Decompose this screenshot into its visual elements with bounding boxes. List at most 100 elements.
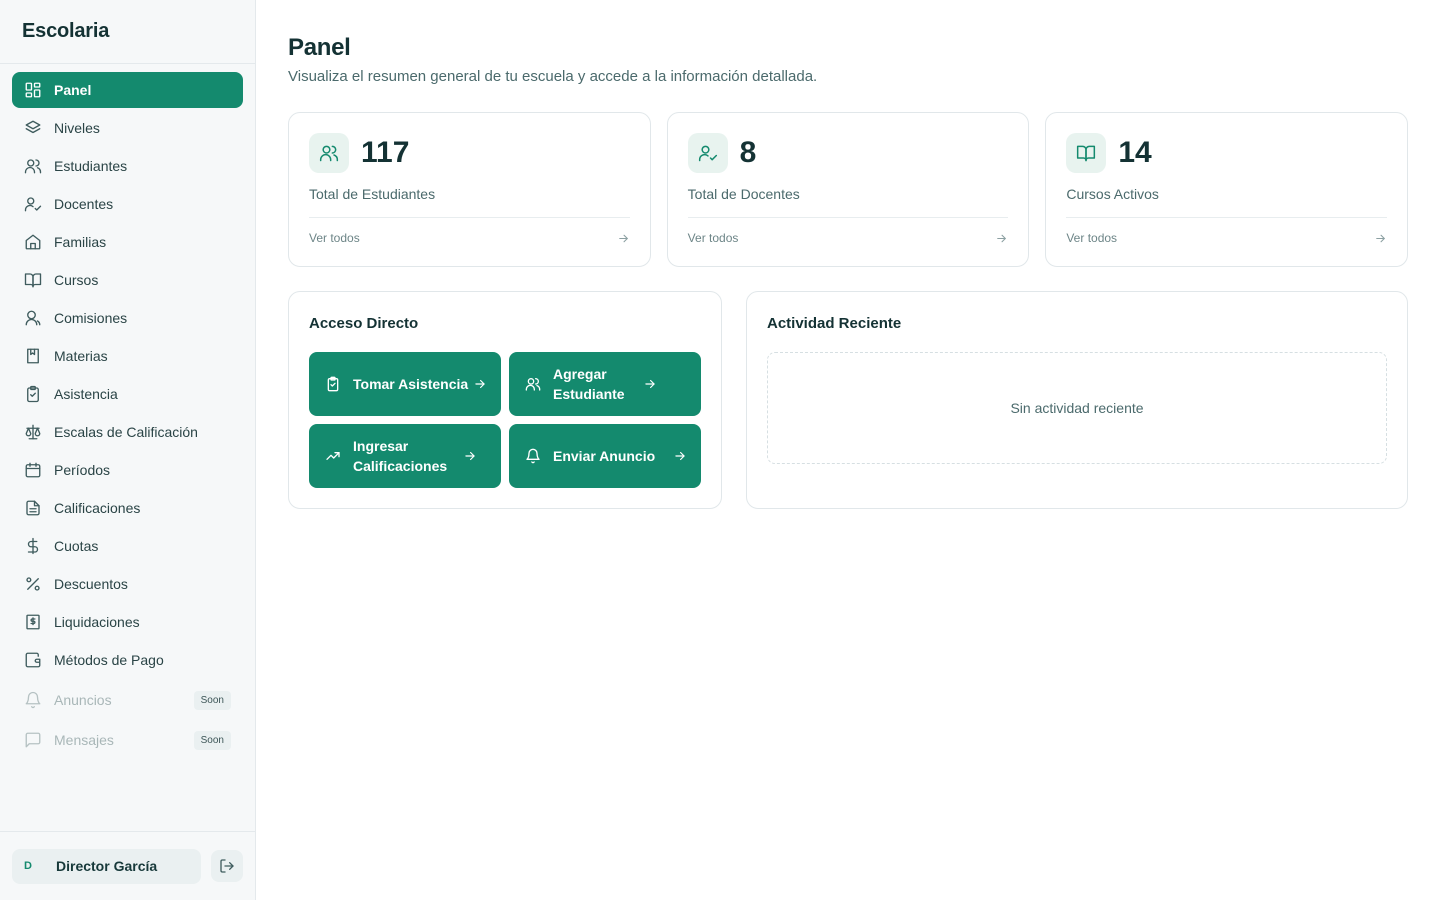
file-text-icon	[24, 499, 42, 517]
app-logo-text: Escolaria	[0, 0, 255, 64]
sidebar-item-label: Estudiantes	[54, 158, 128, 174]
sidebar-item-label: Períodos	[54, 462, 111, 478]
arrow-right-icon	[473, 377, 487, 391]
dashboard-icon	[24, 81, 42, 99]
view-all-teachers-link[interactable]: Ver todos	[687, 217, 1009, 245]
page-subtitle: Visualiza el resumen general de tu escue…	[288, 68, 818, 85]
sidebar-item-label: Calificaciones	[54, 500, 141, 516]
arrow-right-icon	[995, 232, 1008, 245]
sidebar-item-estudiantes[interactable]: Estudiantes	[12, 148, 243, 184]
quick-access-label: Agregar Estudiante	[553, 366, 625, 402]
sidebar-item-descuentos[interactable]: Descuentos	[12, 566, 243, 602]
empty-activity-state: Sin actividad reciente	[767, 352, 1387, 464]
arrow-right-icon	[463, 449, 477, 463]
main-content: Panel Visualiza el resumen general de tu…	[288, 34, 1409, 509]
sidebar-item-mensajes: Mensajes Soon	[12, 722, 243, 758]
sidebar-item-docentes[interactable]: Docentes	[12, 186, 243, 222]
stat-link-label: Ver todos	[309, 231, 360, 245]
soon-badge: Soon	[193, 690, 231, 710]
sidebar-item-comisiones[interactable]: Comisiones	[12, 300, 243, 336]
users-icon	[24, 157, 42, 175]
stat-value: 8	[739, 136, 757, 169]
message-icon	[24, 731, 42, 749]
scale-icon	[24, 423, 42, 441]
enter-grades-button[interactable]: Ingresar Calificaciones	[309, 424, 501, 488]
sidebar-item-cursos[interactable]: Cursos	[12, 262, 243, 298]
stat-link-label: Ver todos	[1066, 231, 1118, 245]
sidebar-item-label: Familias	[54, 234, 107, 250]
sidebar: Escolaria Panel Niveles Estudiantes Doce…	[0, 0, 256, 900]
sidebar-item-label: Docentes	[54, 196, 114, 212]
dollar-icon	[24, 537, 42, 555]
book-open-icon	[1066, 133, 1107, 173]
sidebar-item-cuotas[interactable]: Cuotas	[12, 528, 243, 564]
sidebar-item-label: Métodos de Pago	[54, 652, 164, 668]
quick-access-label: Ingresar Calificaciones	[353, 438, 448, 474]
trending-up-icon	[325, 448, 341, 464]
bookmark-book-icon	[24, 347, 42, 365]
logout-button[interactable]	[211, 850, 243, 882]
stat-label: Cursos Activos	[1066, 186, 1159, 202]
sidebar-item-label: Cursos	[54, 272, 99, 288]
sidebar-item-label: Cuotas	[54, 538, 99, 554]
sidebar-nav: Panel Niveles Estudiantes Docentes Famil…	[0, 64, 255, 768]
sidebar-item-label: Mensajes	[54, 732, 114, 748]
sidebar-item-label: Materias	[54, 348, 108, 364]
sidebar-item-label: Liquidaciones	[54, 614, 140, 630]
stat-card-teachers: 8 Total de Docentes Ver todos	[666, 112, 1030, 267]
sidebar-item-metodos-pago[interactable]: Métodos de Pago	[12, 642, 243, 678]
user-check-icon	[687, 133, 728, 173]
arrow-right-icon	[617, 232, 630, 245]
sidebar-item-liquidaciones[interactable]: Liquidaciones	[12, 604, 243, 640]
add-student-button[interactable]: Agregar Estudiante	[509, 352, 701, 416]
sidebar-item-label: Escalas de Calificación	[54, 424, 198, 440]
sidebar-item-periodos[interactable]: Períodos	[12, 452, 243, 488]
send-announcement-button[interactable]: Enviar Anuncio	[509, 424, 701, 488]
stat-value: 14	[1118, 136, 1152, 169]
quick-access-label: Enviar Anuncio	[553, 448, 656, 464]
calendar-icon	[24, 461, 42, 479]
sidebar-footer: D Director García	[0, 831, 255, 900]
users-icon	[525, 376, 541, 392]
sidebar-item-materias[interactable]: Materias	[12, 338, 243, 374]
user-check-icon	[24, 195, 42, 213]
recent-activity-title: Actividad Reciente	[767, 315, 902, 332]
sidebar-item-label: Asistencia	[54, 386, 118, 402]
view-all-students-link[interactable]: Ver todos	[309, 217, 630, 245]
clipboard-check-icon	[325, 376, 341, 392]
layers-icon	[24, 119, 42, 137]
lower-row: Acceso Directo Tomar Asistencia Agregar …	[288, 291, 1408, 509]
stat-card-students: 117 Total de Estudiantes Ver todos	[288, 112, 651, 267]
view-all-courses-link[interactable]: Ver todos	[1066, 217, 1388, 245]
soon-badge: Soon	[193, 730, 231, 750]
arrow-right-icon	[1374, 232, 1387, 245]
empty-activity-text: Sin actividad reciente	[1010, 400, 1144, 416]
quick-access-grid: Tomar Asistencia Agregar Estudiante Ingr…	[309, 352, 701, 488]
stat-link-label: Ver todos	[687, 231, 739, 245]
sidebar-item-asistencia[interactable]: Asistencia	[12, 376, 243, 412]
sidebar-item-escalas[interactable]: Escalas de Calificación	[12, 414, 243, 450]
bell-icon	[525, 448, 541, 464]
sidebar-item-niveles[interactable]: Niveles	[12, 110, 243, 146]
sidebar-item-familias[interactable]: Familias	[12, 224, 243, 260]
page-title: Panel	[288, 34, 351, 61]
quick-access-title: Acceso Directo	[309, 315, 419, 332]
users-icon	[309, 133, 349, 173]
sidebar-item-panel[interactable]: Panel	[12, 72, 243, 108]
clipboard-check-icon	[24, 385, 42, 403]
quick-access-panel: Acceso Directo Tomar Asistencia Agregar …	[288, 291, 722, 509]
take-attendance-button[interactable]: Tomar Asistencia	[309, 352, 501, 416]
receipt-icon	[24, 613, 42, 631]
quick-access-label: Tomar Asistencia	[353, 376, 469, 392]
sidebar-item-calificaciones[interactable]: Calificaciones	[12, 490, 243, 526]
percent-icon	[24, 575, 42, 593]
book-open-icon	[24, 271, 42, 289]
arrow-right-icon	[643, 377, 657, 391]
stat-value: 117	[361, 136, 410, 169]
group-icon	[24, 309, 42, 327]
avatar: D	[24, 860, 32, 872]
user-profile-button[interactable]: D Director García	[12, 848, 201, 884]
arrow-right-icon	[673, 449, 687, 463]
sidebar-item-label: Anuncios	[54, 692, 112, 708]
recent-activity-panel: Actividad Reciente Sin actividad recient…	[746, 291, 1408, 509]
